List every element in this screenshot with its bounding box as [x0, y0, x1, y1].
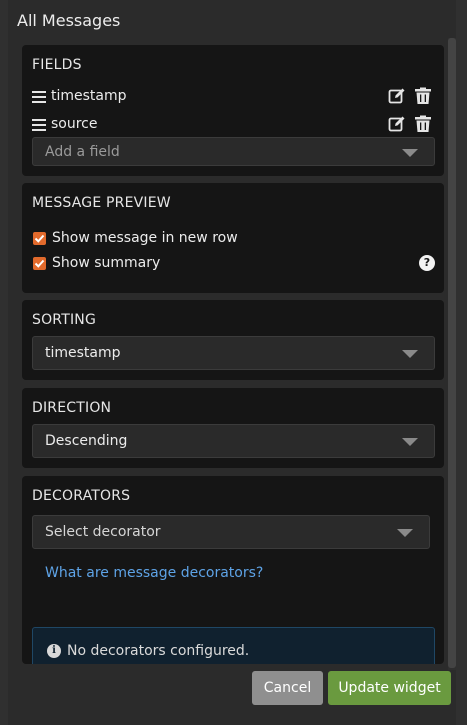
chevron-down-icon [402, 438, 418, 446]
drag-handle-icon[interactable] [32, 91, 46, 103]
help-icon[interactable]: ? [419, 255, 435, 271]
field-row-timestamp[interactable]: timestamp [32, 87, 434, 109]
trash-icon[interactable] [414, 87, 432, 105]
window-title: All Messages [17, 11, 121, 30]
update-widget-button[interactable]: Update widget [328, 671, 451, 705]
edit-icon[interactable] [388, 115, 406, 133]
decorators-title: DECORATORS [32, 488, 131, 504]
chevron-down-icon [402, 350, 418, 358]
direction-value: Descending [45, 433, 128, 449]
widget-editor: All Messages FIELDS timestamp source Add… [0, 0, 467, 725]
message-preview-title: MESSAGE PREVIEW [32, 195, 171, 211]
trash-icon[interactable] [414, 115, 432, 133]
scrollbar-thumb[interactable] [448, 38, 456, 668]
sorting-panel: SORTING timestamp [22, 300, 444, 380]
sorting-value: timestamp [45, 345, 121, 361]
edit-icon[interactable] [388, 87, 406, 105]
message-preview-panel: MESSAGE PREVIEW Show message in new row … [22, 183, 444, 293]
no-decorators-notice: i No decorators configured. [32, 627, 435, 664]
show-summary-label[interactable]: Show summary [52, 255, 160, 271]
direction-panel: DIRECTION Descending [22, 388, 444, 468]
direction-select[interactable]: Descending [32, 424, 435, 458]
info-icon: i [47, 644, 61, 658]
chevron-down-icon [402, 149, 418, 157]
fields-panel: FIELDS timestamp source Add a field [22, 45, 444, 176]
add-field-select[interactable]: Add a field [32, 137, 435, 166]
decorator-select[interactable]: Select decorator [32, 515, 430, 549]
show-summary-checkbox[interactable] [33, 257, 46, 270]
decorators-help-link[interactable]: What are message decorators? [45, 565, 263, 581]
add-field-placeholder: Add a field [45, 144, 120, 160]
decorator-select-placeholder: Select decorator [45, 524, 161, 540]
sorting-title: SORTING [32, 312, 97, 328]
direction-title: DIRECTION [32, 400, 112, 416]
field-row-source[interactable]: source [32, 115, 434, 137]
no-decorators-text: No decorators configured. [67, 643, 250, 659]
cancel-button[interactable]: Cancel [252, 671, 323, 705]
decorators-panel: DECORATORS Select decorator What are mes… [22, 476, 444, 664]
show-message-new-row-label[interactable]: Show message in new row [52, 230, 238, 246]
chevron-down-icon [397, 529, 413, 537]
sorting-select[interactable]: timestamp [32, 336, 435, 370]
field-label: source [51, 116, 98, 132]
field-label: timestamp [51, 88, 127, 104]
show-message-new-row-checkbox[interactable] [33, 232, 46, 245]
drag-handle-icon[interactable] [32, 119, 46, 131]
fields-title: FIELDS [32, 57, 82, 73]
